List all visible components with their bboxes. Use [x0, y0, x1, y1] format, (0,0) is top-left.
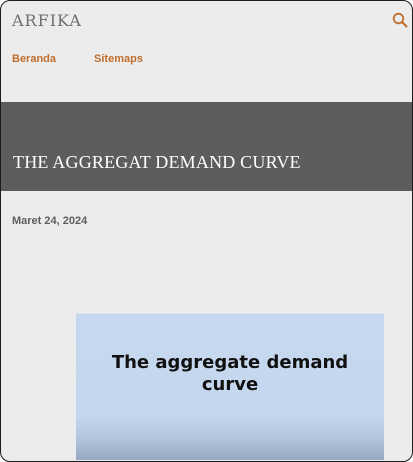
post-title: THE AGGREGAT DEMAND CURVE [13, 152, 301, 172]
page-frame: ARFIKA Beranda Sitemaps THE AGGREGAT DEM… [0, 0, 413, 462]
search-button[interactable] [392, 12, 408, 28]
nav-item-sitemaps[interactable]: Sitemaps [94, 53, 143, 65]
search-icon [392, 12, 408, 28]
post-image[interactable]: The aggregate demand curve [76, 313, 384, 460]
post-image-caption-line2: curve [201, 374, 259, 395]
post-image-caption: The aggregate demand curve [76, 352, 384, 396]
nav-item-beranda[interactable]: Beranda [12, 53, 56, 65]
main-nav: Beranda Sitemaps [12, 53, 143, 65]
post-image-caption-line1: The aggregate demand [111, 352, 349, 373]
post-header: THE AGGREGAT DEMAND CURVE [1, 102, 412, 191]
post-date[interactable]: Maret 24, 2024 [12, 215, 87, 227]
site-title[interactable]: ARFIKA [12, 11, 82, 30]
